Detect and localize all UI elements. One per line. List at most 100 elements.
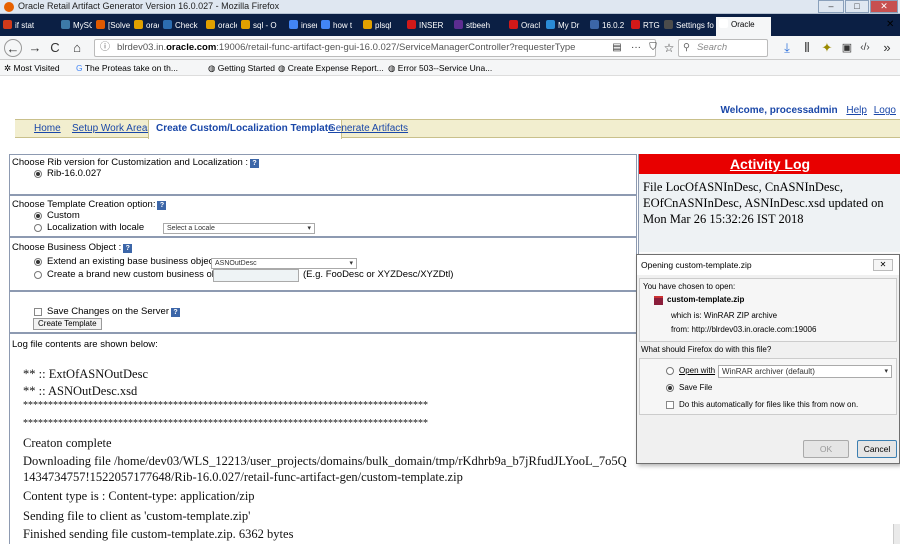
locale-select[interactable]: Select a Locale bbox=[163, 223, 315, 234]
tab-favicon-icon bbox=[664, 20, 673, 29]
help-icon[interactable]: ? bbox=[250, 159, 260, 168]
open-with-radio[interactable] bbox=[666, 367, 674, 375]
tab-favicon-icon bbox=[96, 20, 105, 29]
browser-tab[interactable]: sql - O bbox=[238, 18, 285, 34]
tab-label: Oracl bbox=[521, 21, 541, 30]
base-object-select[interactable]: ASNOutDesc bbox=[211, 258, 357, 269]
localization-radio[interactable] bbox=[34, 224, 42, 232]
tab-generate-artifacts[interactable]: Generate Artifacts bbox=[328, 123, 408, 134]
tab-label: Check bbox=[175, 21, 198, 30]
browser-tab[interactable]: stbeeh bbox=[451, 18, 505, 34]
browser-tab[interactable]: Oracle bbox=[716, 17, 771, 36]
file-source: from: http://blrdev03.in.oracle.com:1900… bbox=[671, 325, 817, 334]
sidebar-icon[interactable]: ▣ bbox=[838, 39, 856, 57]
welcome-bar: Welcome, processadmin Help Logo bbox=[721, 105, 896, 116]
reader-view-icon[interactable]: ▤ bbox=[608, 39, 626, 57]
extend-radio[interactable] bbox=[34, 258, 42, 266]
save-section: Save Changes on the Server? Create Templ… bbox=[9, 291, 637, 333]
google-icon: G bbox=[76, 63, 83, 73]
rib-version-radio[interactable] bbox=[34, 170, 42, 178]
tab-label: RTG 1( bbox=[643, 21, 660, 30]
logout-link[interactable]: Logo bbox=[874, 105, 896, 116]
minimize-button[interactable]: – bbox=[818, 0, 844, 13]
tab-favicon-icon bbox=[241, 20, 250, 29]
home-button[interactable]: ⌂ bbox=[68, 39, 86, 57]
tab-close-icon[interactable]: ✕ bbox=[886, 19, 894, 30]
scrollbar[interactable] bbox=[893, 524, 900, 544]
help-icon[interactable]: ? bbox=[171, 308, 180, 317]
browser-tab[interactable]: 16.0.2 bbox=[587, 18, 627, 34]
bookmark-error-503[interactable]: ◍ Error 503--Service Una... bbox=[388, 60, 492, 76]
browser-tab[interactable]: if stat bbox=[0, 18, 56, 34]
create-template-button[interactable]: Create Template bbox=[33, 318, 102, 330]
browser-tab[interactable]: Check bbox=[160, 18, 202, 34]
bookmark-star-icon[interactable]: ☆ bbox=[660, 39, 678, 57]
page-actions-button[interactable]: ··· bbox=[627, 39, 645, 57]
auto-action-checkbox[interactable] bbox=[666, 401, 674, 409]
browser-tab[interactable]: My Dr bbox=[543, 18, 586, 34]
tab-label: oracle bbox=[146, 21, 159, 30]
log-line: ** :: ExtOfASNOutDesc bbox=[23, 367, 148, 381]
extension-icon[interactable]: ✦ bbox=[818, 39, 836, 57]
tab-label: insert bbox=[301, 21, 317, 30]
browser-tab[interactable]: MySQ bbox=[58, 18, 92, 34]
back-button[interactable]: ← bbox=[4, 39, 22, 57]
bookmark-getting-started[interactable]: ◍ Getting Started bbox=[208, 60, 275, 76]
tab-create-template[interactable]: Create Custom/Localization Template bbox=[148, 119, 342, 139]
help-link[interactable]: Help bbox=[846, 105, 867, 116]
window-title-bar: Oracle Retail Artifact Generator Version… bbox=[0, 0, 900, 14]
open-with-label: Open with bbox=[679, 366, 716, 375]
tab-home[interactable]: Home bbox=[34, 123, 61, 134]
log-contents: ** :: ExtOfASNOutDesc ** :: ASNOutDesc.x… bbox=[9, 364, 632, 544]
download-icon[interactable]: ⤓ bbox=[778, 39, 796, 57]
bookmark-proteas[interactable]: G The Proteas take on th... bbox=[76, 60, 178, 76]
ok-button[interactable]: OK bbox=[803, 440, 849, 458]
firefox-icon bbox=[4, 2, 14, 12]
browser-tab[interactable]: RTG 1( bbox=[628, 18, 660, 34]
url-path: :19006/retail-func-artifact-gen-gui-16.0… bbox=[216, 42, 576, 53]
activity-log-title[interactable]: Activity Log bbox=[639, 154, 900, 174]
dialog-close-button[interactable]: ✕ bbox=[873, 259, 893, 271]
new-object-input[interactable] bbox=[213, 269, 299, 282]
tab-setup-work-areas[interactable]: Setup Work Areas bbox=[72, 123, 152, 134]
localization-option: Localization with locale bbox=[47, 222, 145, 233]
browser-tab[interactable]: oracle bbox=[203, 18, 237, 34]
overflow-menu-icon[interactable]: » bbox=[878, 39, 896, 57]
tab-favicon-icon bbox=[321, 20, 330, 29]
search-placeholder: Search bbox=[697, 42, 728, 53]
browser-tab[interactable]: Oracl bbox=[506, 18, 542, 34]
open-with-select[interactable]: WinRAR archiver (default) bbox=[718, 365, 892, 378]
forward-button[interactable]: → bbox=[26, 39, 44, 57]
rib-version-label: Choose Rib version for Customization and… bbox=[12, 157, 260, 168]
bookmark-expense-report[interactable]: ◍ Create Expense Report... bbox=[278, 60, 384, 76]
bookmark-most-visited[interactable]: ✲ Most Visited bbox=[4, 60, 60, 76]
browser-tab[interactable]: plsql bbox=[360, 18, 403, 34]
reload-button[interactable]: C bbox=[46, 39, 64, 57]
search-input[interactable]: ⚲ Search bbox=[678, 39, 768, 57]
custom-radio[interactable] bbox=[34, 212, 42, 220]
file-name: custom-template.zip bbox=[667, 295, 745, 304]
window-close-button[interactable]: ✕ bbox=[870, 0, 898, 13]
browser-tab[interactable]: [Solve bbox=[93, 18, 130, 34]
devtools-icon[interactable]: ‹/› bbox=[856, 39, 874, 57]
library-icon[interactable]: ⫴ bbox=[798, 39, 816, 57]
help-icon[interactable]: ? bbox=[157, 201, 167, 210]
help-icon[interactable]: ? bbox=[123, 244, 133, 253]
new-object-radio[interactable] bbox=[34, 271, 42, 279]
extend-option: Extend an existing base business object … bbox=[47, 256, 222, 267]
log-line: Content type is : Content-type: applicat… bbox=[23, 489, 255, 503]
browser-tab[interactable]: how t bbox=[318, 18, 359, 34]
browser-tab[interactable]: insert bbox=[286, 18, 317, 34]
browser-tab[interactable]: INSER bbox=[404, 18, 450, 34]
cancel-button[interactable]: Cancel bbox=[857, 440, 897, 458]
tab-favicon-icon bbox=[546, 20, 555, 29]
browser-tab[interactable]: oracle bbox=[131, 18, 159, 34]
save-file-radio[interactable] bbox=[666, 384, 674, 392]
tab-label: MySQ bbox=[73, 21, 92, 30]
save-checkbox[interactable] bbox=[34, 308, 42, 316]
log-line: Sending file to client as 'custom-templa… bbox=[23, 509, 251, 523]
new-object-option: Create a brand new custom business objec… bbox=[47, 269, 238, 280]
url-bar[interactable]: ⓘ blrdev03.in.oracle.com:19006/retail-fu… bbox=[94, 39, 656, 57]
browser-tab[interactable]: Settings fo bbox=[661, 18, 715, 34]
maximize-button[interactable]: □ bbox=[845, 0, 869, 13]
